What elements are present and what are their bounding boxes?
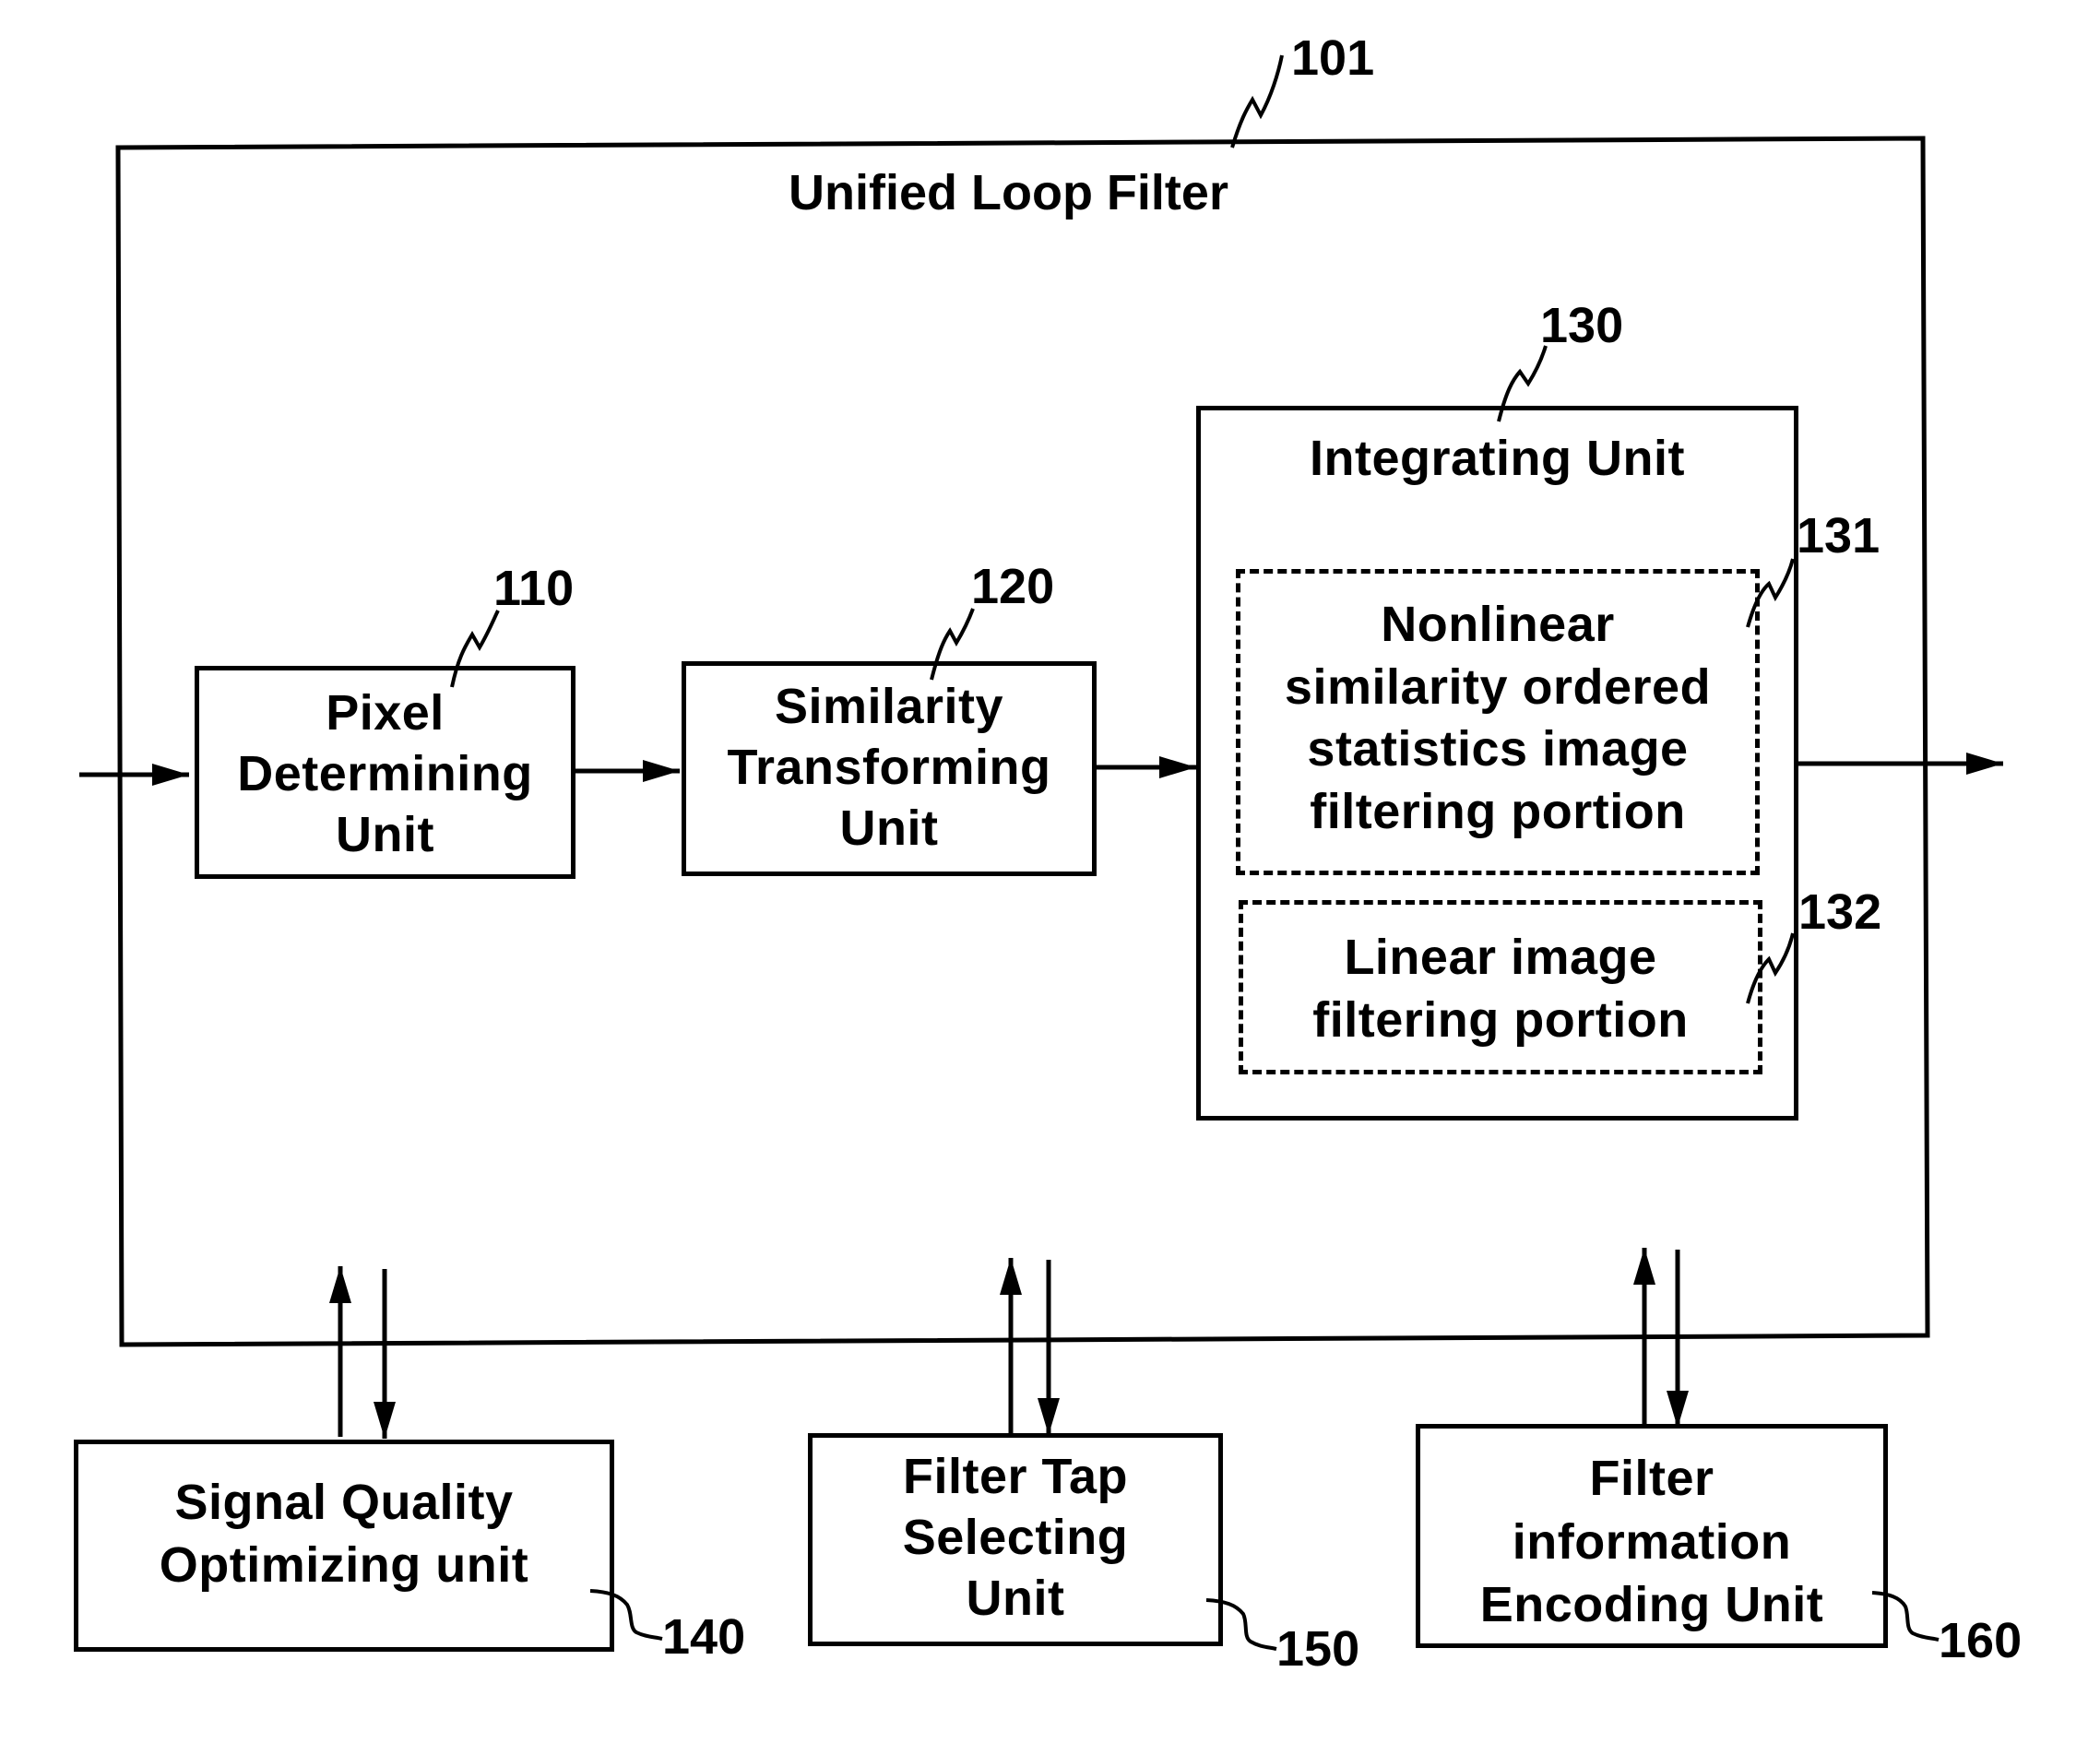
label-line: Unit: [839, 800, 939, 856]
pixel-determining-unit[interactable]: Pixel Determining Unit: [195, 666, 575, 879]
ref-140: 140: [662, 1609, 746, 1665]
filter-information-encoding-unit[interactable]: Filter information Encoding Unit: [1416, 1424, 1888, 1648]
label-line: Nonlinear: [1381, 597, 1615, 652]
integrating-unit-title: Integrating Unit: [1310, 431, 1685, 486]
pixel-determining-label: Pixel Determining Unit: [199, 683, 571, 866]
label-line: Encoding Unit: [1479, 1577, 1824, 1633]
label-line: Signal Quality: [174, 1475, 514, 1530]
ref-132: 132: [1798, 884, 1882, 940]
label-line: Filter: [1589, 1451, 1714, 1506]
label-line: Unit: [336, 806, 434, 862]
label-line: Unit: [966, 1570, 1065, 1626]
filter-info-label: Filter information Encoding Unit: [1420, 1447, 1883, 1637]
label-line: Similarity: [774, 679, 1004, 734]
ref-130: 130: [1540, 298, 1624, 353]
leader-101: [1230, 54, 1284, 148]
ref-101: 101: [1291, 30, 1375, 86]
ref-120: 120: [971, 559, 1055, 614]
filter-tap-label: Filter Tap Selecting Unit: [813, 1447, 1218, 1630]
container-title: Unified Loop Filter: [789, 165, 1228, 220]
label-line: Determining: [237, 745, 533, 801]
label-line: statistics image: [1307, 721, 1689, 777]
similarity-transforming-label: Similarity Transforming Unit: [686, 677, 1092, 860]
signal-quality-optimizing-unit[interactable]: Signal Quality Optimizing unit: [74, 1440, 614, 1652]
label-line: filtering portion: [1310, 783, 1686, 839]
nonlinear-filtering-portion[interactable]: Nonlinear similarity ordered statistics …: [1236, 569, 1760, 875]
signal-quality-label: Signal Quality Optimizing unit: [78, 1472, 610, 1596]
label-line: similarity ordered: [1284, 658, 1712, 715]
label-line: information: [1512, 1513, 1792, 1570]
label-line: Linear image: [1344, 930, 1657, 985]
label-line: Selecting: [902, 1509, 1129, 1565]
nonlinear-portion-label: Nonlinear similarity ordered statistics …: [1240, 594, 1755, 843]
linear-filtering-portion[interactable]: Linear image filtering portion: [1239, 900, 1762, 1074]
label-line: Filter Tap: [902, 1449, 1129, 1504]
label-line: Pixel: [326, 685, 445, 741]
similarity-transforming-unit[interactable]: Similarity Transforming Unit: [682, 661, 1097, 876]
ref-150: 150: [1276, 1621, 1360, 1677]
label-line: Transforming: [727, 739, 1051, 795]
label-line: Optimizing unit: [159, 1536, 529, 1593]
ref-110: 110: [493, 561, 575, 616]
label-line: filtering portion: [1312, 991, 1689, 1048]
linear-portion-label: Linear image filtering portion: [1243, 927, 1758, 1051]
ref-160: 160: [1939, 1613, 2023, 1668]
filter-tap-selecting-unit[interactable]: Filter Tap Selecting Unit: [808, 1433, 1223, 1646]
ref-131: 131: [1797, 508, 1881, 563]
